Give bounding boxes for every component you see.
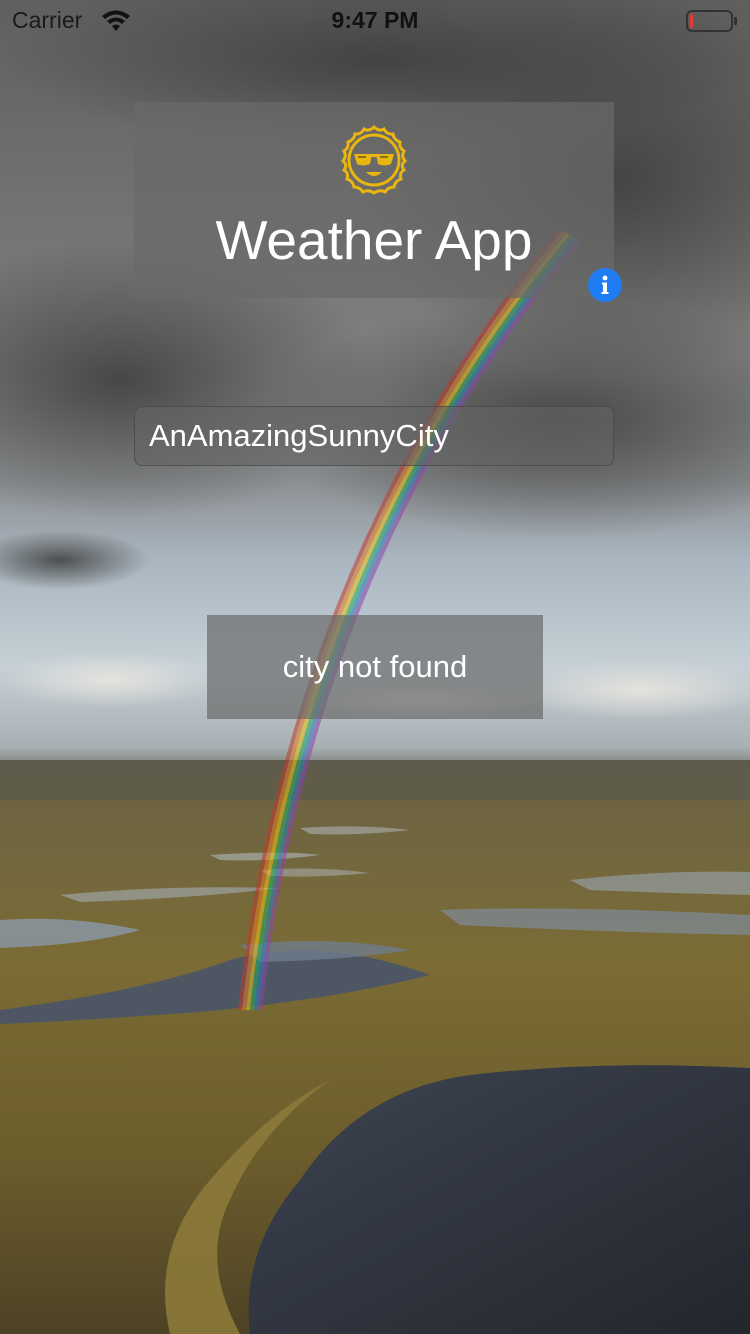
status-time: 9:47 PM — [331, 7, 419, 33]
city-search-field[interactable] — [134, 406, 614, 466]
app-title: Weather App — [215, 209, 533, 271]
result-card: city not found — [207, 615, 543, 719]
city-search-input[interactable] — [149, 407, 599, 465]
battery-icon — [686, 10, 738, 32]
info-button[interactable] — [588, 268, 622, 302]
sun-with-sunglasses-icon — [332, 118, 416, 202]
info-icon — [601, 275, 609, 294]
header-card: Weather App — [134, 102, 614, 298]
result-message: city not found — [282, 649, 468, 684]
weather-app-screen: Carrier 9:47 PM Weather App AnAmazingSun… — [0, 0, 750, 1334]
status-bar: Carrier 9:47 PM — [0, 0, 750, 40]
